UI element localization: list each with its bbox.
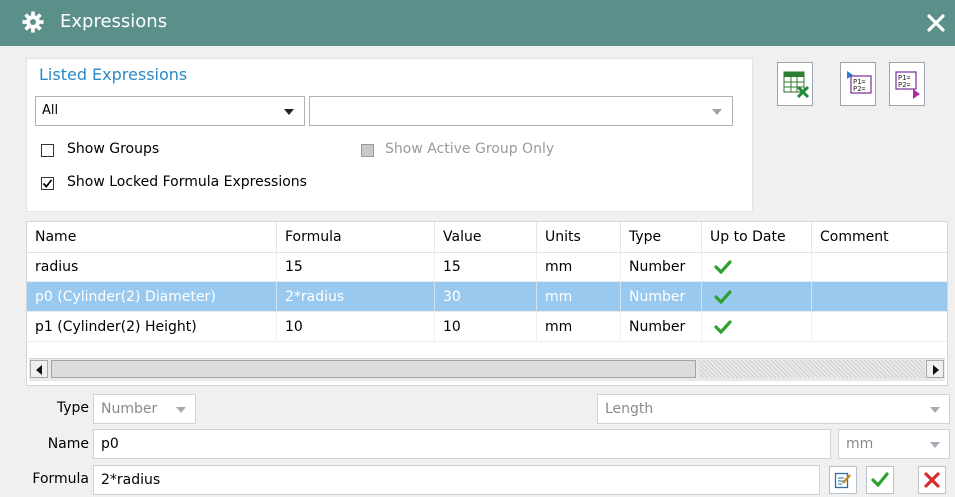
name-label: Name <box>47 436 89 452</box>
column-header-up-to-date[interactable]: Up to Date <box>702 222 812 252</box>
accept-button[interactable] <box>866 466 894 494</box>
cell-formula: 10 <box>277 312 435 342</box>
checkmark-icon <box>714 260 732 274</box>
gear-icon <box>22 11 44 33</box>
scrollbar-thumb[interactable] <box>51 360 696 378</box>
listed-expressions-title: Listed Expressions <box>39 65 188 84</box>
show-locked-formula-checkbox[interactable] <box>41 177 54 190</box>
close-icon <box>924 472 940 488</box>
column-header-formula[interactable]: Formula <box>277 222 435 252</box>
dimensionality-dropdown[interactable]: Length <box>597 394 950 424</box>
close-icon[interactable] <box>925 12 947 34</box>
arrow-right-icon <box>933 365 939 375</box>
export-expressions-button[interactable]: P1= P2= <box>889 62 925 106</box>
cell-type: Number <box>621 282 702 312</box>
expressions-table[interactable]: Name Formula Value Units Type Up to Date… <box>26 221 948 386</box>
type-dropdown[interactable]: Number <box>93 394 196 424</box>
chevron-down-icon <box>284 109 294 115</box>
column-header-type[interactable]: Type <box>621 222 702 252</box>
formula-label: Formula <box>32 471 89 487</box>
cell-value: 30 <box>435 282 537 312</box>
units-value: mm <box>846 436 874 452</box>
scrollbar-track[interactable] <box>699 360 925 378</box>
cell-formula: 15 <box>277 252 435 282</box>
show-groups-checkbox[interactable] <box>41 144 54 157</box>
edit-formula-button[interactable] <box>829 466 857 494</box>
cell-name: p1 (Cylinder(2) Height) <box>27 312 277 342</box>
chevron-down-icon <box>712 109 722 115</box>
title-bar: Expressions <box>0 0 955 46</box>
import-expressions-button[interactable]: P1= P2= <box>840 62 876 106</box>
show-active-group-only-checkbox <box>361 144 374 157</box>
svg-text:P2=: P2= <box>898 81 911 89</box>
edit-formula-icon <box>834 472 851 489</box>
arrow-left-icon <box>36 365 42 375</box>
show-active-group-only-label: Show Active Group Only <box>385 141 555 157</box>
cell-units: mm <box>537 252 621 282</box>
checkmark-icon <box>714 320 732 334</box>
cell-type: Number <box>621 252 702 282</box>
units-dropdown[interactable]: mm <box>838 429 950 459</box>
dimensionality-value: Length <box>605 401 654 417</box>
cell-comment <box>812 312 947 342</box>
column-header-value[interactable]: Value <box>435 222 537 252</box>
search-combobox[interactable] <box>309 96 733 126</box>
import-expressions-icon: P1= P2= <box>847 71 872 94</box>
cell-comment <box>812 282 947 312</box>
cell-name: p0 (Cylinder(2) Diameter) <box>27 282 277 312</box>
checkmark-icon <box>871 472 889 488</box>
svg-text:P2=: P2= <box>853 85 866 93</box>
cell-value: 10 <box>435 312 537 342</box>
export-expressions-icon: P1= P2= <box>895 71 920 99</box>
cell-comment <box>812 252 947 282</box>
cell-units: mm <box>537 282 621 312</box>
cell-units: mm <box>537 312 621 342</box>
checkmark-icon <box>42 179 53 188</box>
name-input[interactable]: p0 <box>93 429 831 459</box>
name-value: p0 <box>101 436 119 452</box>
horizontal-scrollbar[interactable] <box>29 358 945 381</box>
chevron-down-icon <box>176 407 186 413</box>
table-row[interactable]: p1 (Cylinder(2) Height) 10 10 mm Number <box>27 312 947 342</box>
table-row[interactable]: p0 (Cylinder(2) Diameter) 2*radius 30 mm… <box>27 282 947 312</box>
cell-value: 15 <box>435 252 537 282</box>
cell-up-to-date <box>702 312 812 342</box>
chevron-down-icon <box>930 442 940 448</box>
formula-value: 2*radius <box>101 472 161 488</box>
export-spreadsheet-icon <box>783 71 810 99</box>
cell-name: radius <box>27 252 277 282</box>
table-header: Name Formula Value Units Type Up to Date… <box>27 222 947 253</box>
cell-type: Number <box>621 312 702 342</box>
chevron-down-icon <box>930 407 940 413</box>
cell-up-to-date <box>702 252 812 282</box>
table-row[interactable]: radius 15 15 mm Number <box>27 252 947 282</box>
checkmark-icon <box>714 290 732 304</box>
show-groups-label: Show Groups <box>67 141 160 157</box>
cell-up-to-date <box>702 282 812 312</box>
reject-button[interactable] <box>918 466 946 494</box>
cell-formula: 2*radius <box>277 282 435 312</box>
formula-input[interactable]: 2*radius <box>93 465 820 495</box>
listed-expressions-panel: Listed Expressions All Show Groups Show … <box>26 58 753 212</box>
filter-value: All <box>42 103 59 118</box>
column-header-units[interactable]: Units <box>537 222 621 252</box>
show-locked-formula-label: Show Locked Formula Expressions <box>67 174 307 190</box>
column-header-name[interactable]: Name <box>27 222 277 252</box>
scroll-right-button[interactable] <box>926 360 944 378</box>
scroll-left-button[interactable] <box>30 360 48 378</box>
type-label: Type <box>56 400 89 416</box>
type-value: Number <box>101 401 158 417</box>
filter-dropdown[interactable]: All <box>35 96 305 126</box>
export-spreadsheet-button[interactable] <box>777 62 813 106</box>
column-header-comment[interactable]: Comment <box>812 222 947 252</box>
window-title: Expressions <box>60 11 168 32</box>
